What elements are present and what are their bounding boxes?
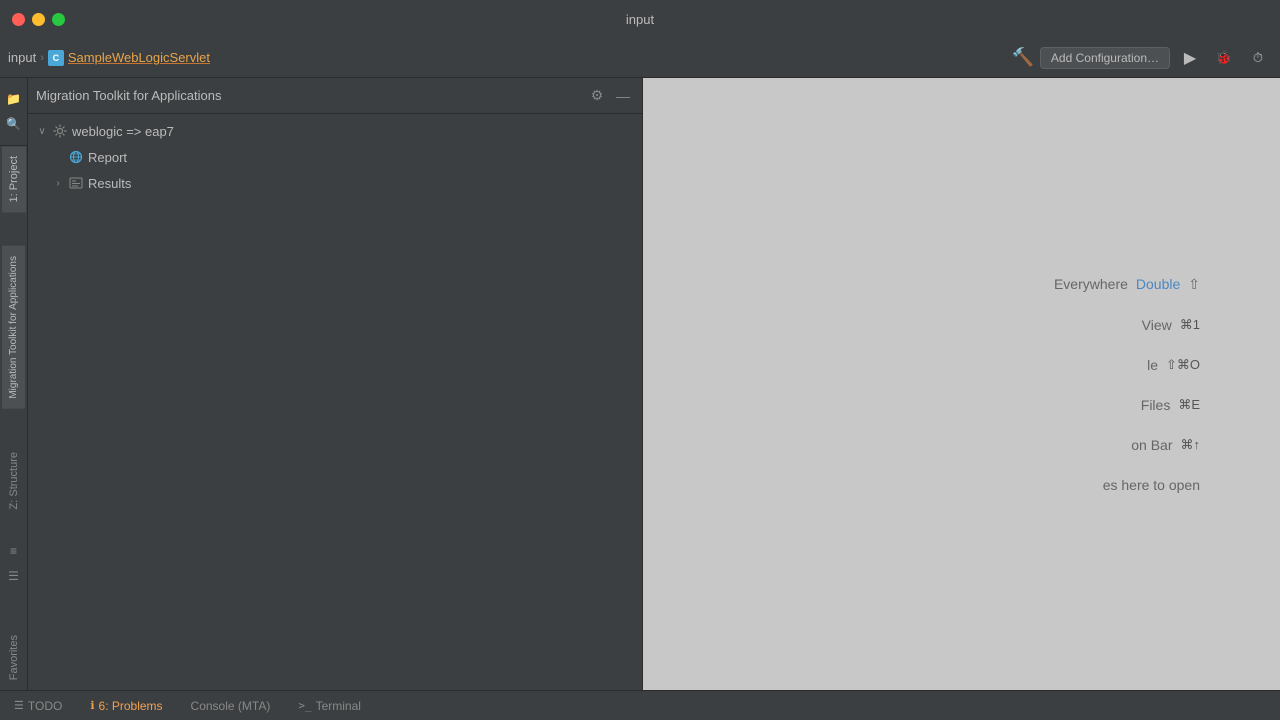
- close-button[interactable]: [12, 13, 25, 26]
- shortcut-open: le ⇧⌘O: [1147, 357, 1200, 373]
- tool-panel-actions: ⚙ —: [586, 85, 634, 107]
- tree-results-item[interactable]: › Results: [28, 170, 642, 196]
- tool-panel-header: Migration Toolkit for Applications ⚙ —: [28, 78, 642, 114]
- tree-container: ∨ weblogic => eap7 ›: [28, 114, 642, 690]
- run-icon: ▶: [1184, 48, 1196, 68]
- todo-tab[interactable]: ☰ TODO: [8, 695, 68, 717]
- main-content: 📁 🔍 1: Project Migration Toolkit for App…: [0, 78, 1280, 690]
- breadcrumb-input[interactable]: input: [8, 50, 36, 65]
- profile-icon: ⏱: [1253, 50, 1263, 66]
- shortcut-bar: on Bar ⌘↑: [1131, 437, 1200, 453]
- todo-label: TODO: [28, 699, 62, 713]
- problems-icon: ℹ: [90, 699, 94, 712]
- console-label: Console (MTA): [191, 699, 271, 713]
- add-configuration-button[interactable]: Add Configuration…: [1040, 47, 1170, 69]
- console-tab[interactable]: Console (MTA): [185, 695, 277, 717]
- profile-button[interactable]: ⏱: [1244, 44, 1272, 72]
- problems-label: 6: Problems: [99, 699, 163, 713]
- settings-button[interactable]: ⚙: [586, 85, 608, 107]
- window-title: input: [626, 12, 654, 27]
- gear-icon: ⚙: [591, 87, 604, 104]
- gear-icon-tree: [52, 123, 68, 139]
- nav-bar: input › C SampleWebLogicServlet 🔨 Add Co…: [0, 38, 1280, 78]
- project-section: 📁 🔍: [0, 78, 27, 146]
- class-icon: C: [48, 50, 64, 66]
- left-vertical-tabs: 📁 🔍 1: Project Migration Toolkit for App…: [0, 78, 28, 690]
- shortcut-drop: es here to open: [1103, 477, 1200, 493]
- project-view-icon[interactable]: 🔍: [3, 113, 25, 135]
- tree-report-item[interactable]: › Report: [28, 144, 642, 170]
- structure-icon-1[interactable]: ≡: [3, 540, 25, 562]
- breadcrumb: input › C SampleWebLogicServlet: [8, 50, 210, 66]
- shortcut-double-link[interactable]: Double: [1136, 276, 1180, 292]
- todo-icon: ☰: [14, 699, 24, 712]
- tree-root-item[interactable]: ∨ weblogic => eap7: [28, 118, 642, 144]
- breadcrumb-file[interactable]: SampleWebLogicServlet: [68, 50, 210, 65]
- terminal-tab[interactable]: >_ Terminal: [292, 695, 367, 717]
- sidebar-item-project[interactable]: 1: Project: [2, 146, 26, 212]
- run-button[interactable]: ▶: [1176, 44, 1204, 72]
- right-panel: Everywhere Double ⇧ View ⌘1 le ⇧⌘O Files…: [643, 78, 1280, 690]
- debug-icon: 🐞: [1216, 50, 1232, 66]
- shortcut-everywhere: Everywhere Double ⇧: [1054, 276, 1200, 293]
- sidebar-item-migration[interactable]: Migration Toolkit for Applications: [2, 246, 25, 409]
- tool-panel: Migration Toolkit for Applications ⚙ — ∨: [28, 78, 643, 690]
- minimize-icon: —: [616, 88, 630, 104]
- bottom-bar: ☰ TODO ℹ 6: Problems Console (MTA) >_ Te…: [0, 690, 1280, 720]
- results-icon: [68, 175, 84, 191]
- left-tab-section: 1: Project Migration Toolkit for Applica…: [0, 146, 27, 690]
- project-folder-icon[interactable]: 📁: [3, 88, 25, 110]
- traffic-lights: [12, 13, 65, 26]
- title-bar: input: [0, 0, 1280, 38]
- globe-icon: [68, 149, 84, 165]
- tree-results-label: Results: [88, 176, 131, 191]
- hammer-icon: 🔨: [1012, 47, 1034, 68]
- structure-icon-2[interactable]: ☰: [3, 565, 25, 587]
- tool-panel-title: Migration Toolkit for Applications: [36, 88, 580, 103]
- tree-chevron-results: ›: [52, 177, 64, 189]
- terminal-label: Terminal: [316, 699, 361, 713]
- sidebar-item-structure[interactable]: Z: Structure: [2, 442, 26, 519]
- add-config-label: Add Configuration…: [1051, 51, 1159, 65]
- debug-button[interactable]: 🐞: [1210, 44, 1238, 72]
- breadcrumb-chevron: ›: [40, 52, 44, 64]
- minimize-panel-button[interactable]: —: [612, 85, 634, 107]
- nav-right: 🔨 Add Configuration… ▶ 🐞 ⏱: [1012, 44, 1273, 72]
- structure-icons: ≡ ☰: [3, 536, 25, 591]
- sidebar-item-favorites[interactable]: Favorites: [2, 625, 26, 690]
- shortcut-files: Files ⌘E: [1141, 397, 1200, 413]
- project-icons: 📁 🔍: [3, 84, 25, 139]
- maximize-button[interactable]: [52, 13, 65, 26]
- tree-report-label: Report: [88, 150, 127, 165]
- terminal-icon: >_: [298, 699, 311, 712]
- shortcut-view: View ⌘1: [1142, 317, 1200, 333]
- tree-root-label: weblogic => eap7: [72, 124, 174, 139]
- minimize-button[interactable]: [32, 13, 45, 26]
- tree-chevron-root: ∨: [36, 125, 48, 137]
- problems-tab[interactable]: ℹ 6: Problems: [84, 695, 168, 717]
